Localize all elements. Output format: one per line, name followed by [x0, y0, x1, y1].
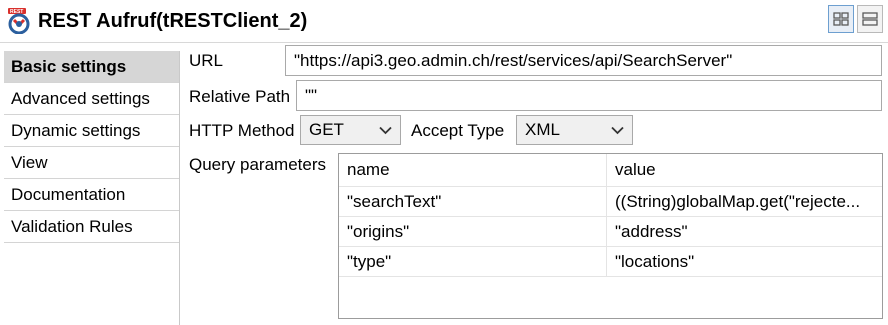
- sidebar-item-documentation[interactable]: Documentation: [4, 179, 179, 211]
- param-name-cell[interactable]: "origins": [339, 217, 607, 246]
- table-row[interactable]: "origins" "address": [339, 217, 882, 247]
- url-input[interactable]: [285, 45, 882, 76]
- query-parameters-label: Query parameters: [189, 155, 326, 174]
- chevron-down-icon: [611, 126, 624, 135]
- http-method-value: GET: [309, 120, 344, 139]
- http-method-label: HTTP Method: [189, 121, 295, 140]
- table-row[interactable]: "type" "locations": [339, 247, 882, 277]
- accept-type-select[interactable]: XML: [516, 115, 633, 145]
- sidebar-item-advanced-settings[interactable]: Advanced settings: [4, 83, 179, 115]
- sidebar-item-validation-rules[interactable]: Validation Rules: [4, 211, 179, 243]
- settings-sidebar: Basic settings Advanced settings Dynamic…: [4, 51, 180, 325]
- table-header-row: name value: [339, 154, 882, 187]
- param-value-cell[interactable]: ((String)globalMap.get("rejecte...: [607, 187, 882, 216]
- list-view-button[interactable]: [857, 5, 883, 33]
- relative-path-label: Relative Path: [189, 87, 291, 106]
- chevron-down-icon: [379, 126, 392, 135]
- sidebar-item-basic-settings[interactable]: Basic settings: [4, 51, 179, 83]
- param-name-cell[interactable]: "type": [339, 247, 607, 276]
- accept-type-value: XML: [525, 120, 560, 139]
- query-parameters-table: name value "searchText" ((String)globalM…: [338, 153, 883, 319]
- list-view-icon: [862, 12, 878, 26]
- param-value-cell[interactable]: "locations": [607, 247, 882, 276]
- table-row[interactable]: "searchText" ((String)globalMap.get("rej…: [339, 187, 882, 217]
- param-name-cell[interactable]: "searchText": [339, 187, 607, 216]
- url-label: URL: [189, 51, 224, 70]
- relative-path-input[interactable]: [296, 80, 882, 111]
- page-title: REST Aufruf(tRESTClient_2): [38, 10, 308, 32]
- grid-view-button[interactable]: [828, 5, 854, 33]
- rest-component-icon: REST: [7, 8, 31, 35]
- column-header-name[interactable]: name: [339, 154, 607, 186]
- column-header-value[interactable]: value: [607, 154, 882, 186]
- http-method-select[interactable]: GET: [300, 115, 401, 145]
- sidebar-item-view[interactable]: View: [4, 147, 179, 179]
- title-bar: REST REST Aufruf(tRESTClient_2): [0, 0, 888, 43]
- accept-type-label: Accept Type: [411, 121, 505, 140]
- param-value-cell[interactable]: "address": [607, 217, 882, 246]
- sidebar-item-dynamic-settings[interactable]: Dynamic settings: [4, 115, 179, 147]
- grid-view-icon: [833, 12, 849, 26]
